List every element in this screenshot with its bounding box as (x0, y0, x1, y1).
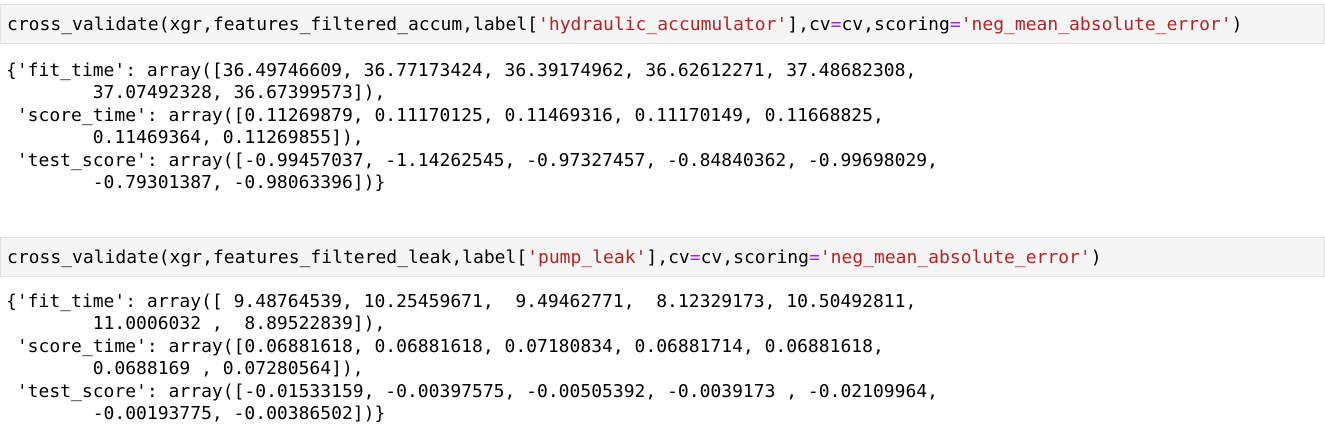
output-line: 37.07492328, 36.67399573]), (6, 82, 386, 104)
output-line: 'test_score': array([-0.99457037, -1.142… (6, 149, 938, 171)
code-token: ) (1090, 247, 1102, 268)
code-input-cell-1[interactable]: cross_validate(xgr,features_filtered_acc… (0, 4, 1325, 44)
output-line: 'test_score': array([-0.01533159, -0.003… (6, 380, 938, 402)
code-token: cross_validate(xgr,features_filtered_lea… (7, 247, 528, 268)
code-token: cv,scoring (700, 247, 809, 268)
output-line: -0.79301387, -0.98063396])} (6, 172, 386, 194)
output-line: 'score_time': array([0.11269879, 0.11170… (6, 104, 884, 126)
output-line: 'score_time': array([0.06881618, 0.06881… (6, 335, 884, 357)
code-input-cell-2[interactable]: cross_validate(xgr,features_filtered_lea… (0, 237, 1325, 277)
notebook-cell-2: cross_validate(xgr,features_filtered_lea… (0, 237, 1325, 425)
code-operator-token: = (949, 14, 961, 35)
code-token: cv,scoring (841, 14, 950, 35)
code-output-cell-2: {'fit_time': array([ 9.48764539, 10.2545… (0, 291, 1325, 425)
code-token: ],cv (787, 14, 831, 35)
notebook-cell-1: cross_validate(xgr,features_filtered_acc… (0, 4, 1325, 194)
code-string-token: 'neg_mean_absolute_error' (960, 14, 1232, 35)
code-operator-token: = (830, 14, 842, 35)
code-token: ],cv (646, 247, 690, 268)
output-line: {'fit_time': array([ 9.48764539, 10.2545… (6, 291, 917, 312)
output-line: 0.0688169 , 0.07280564]), (6, 358, 364, 380)
code-string-token: 'pump_leak' (527, 247, 647, 268)
code-token: cross_validate(xgr,features_filtered_acc… (7, 14, 539, 35)
code-operator-token: = (689, 247, 701, 268)
output-line: {'fit_time': array([36.49746609, 36.7717… (6, 60, 917, 81)
code-string-token: 'neg_mean_absolute_error' (819, 247, 1091, 268)
code-output-cell-1: {'fit_time': array([36.49746609, 36.7717… (0, 60, 1325, 194)
code-token: ) (1231, 14, 1243, 35)
code-string-token: 'hydraulic_accumulator' (538, 14, 788, 35)
output-line: 0.11469364, 0.11269855]), (6, 127, 364, 149)
output-line: 11.0006032 , 8.89522839]), (6, 313, 386, 335)
code-operator-token: = (808, 247, 820, 268)
output-line: -0.00193775, -0.00386502])} (6, 403, 386, 425)
